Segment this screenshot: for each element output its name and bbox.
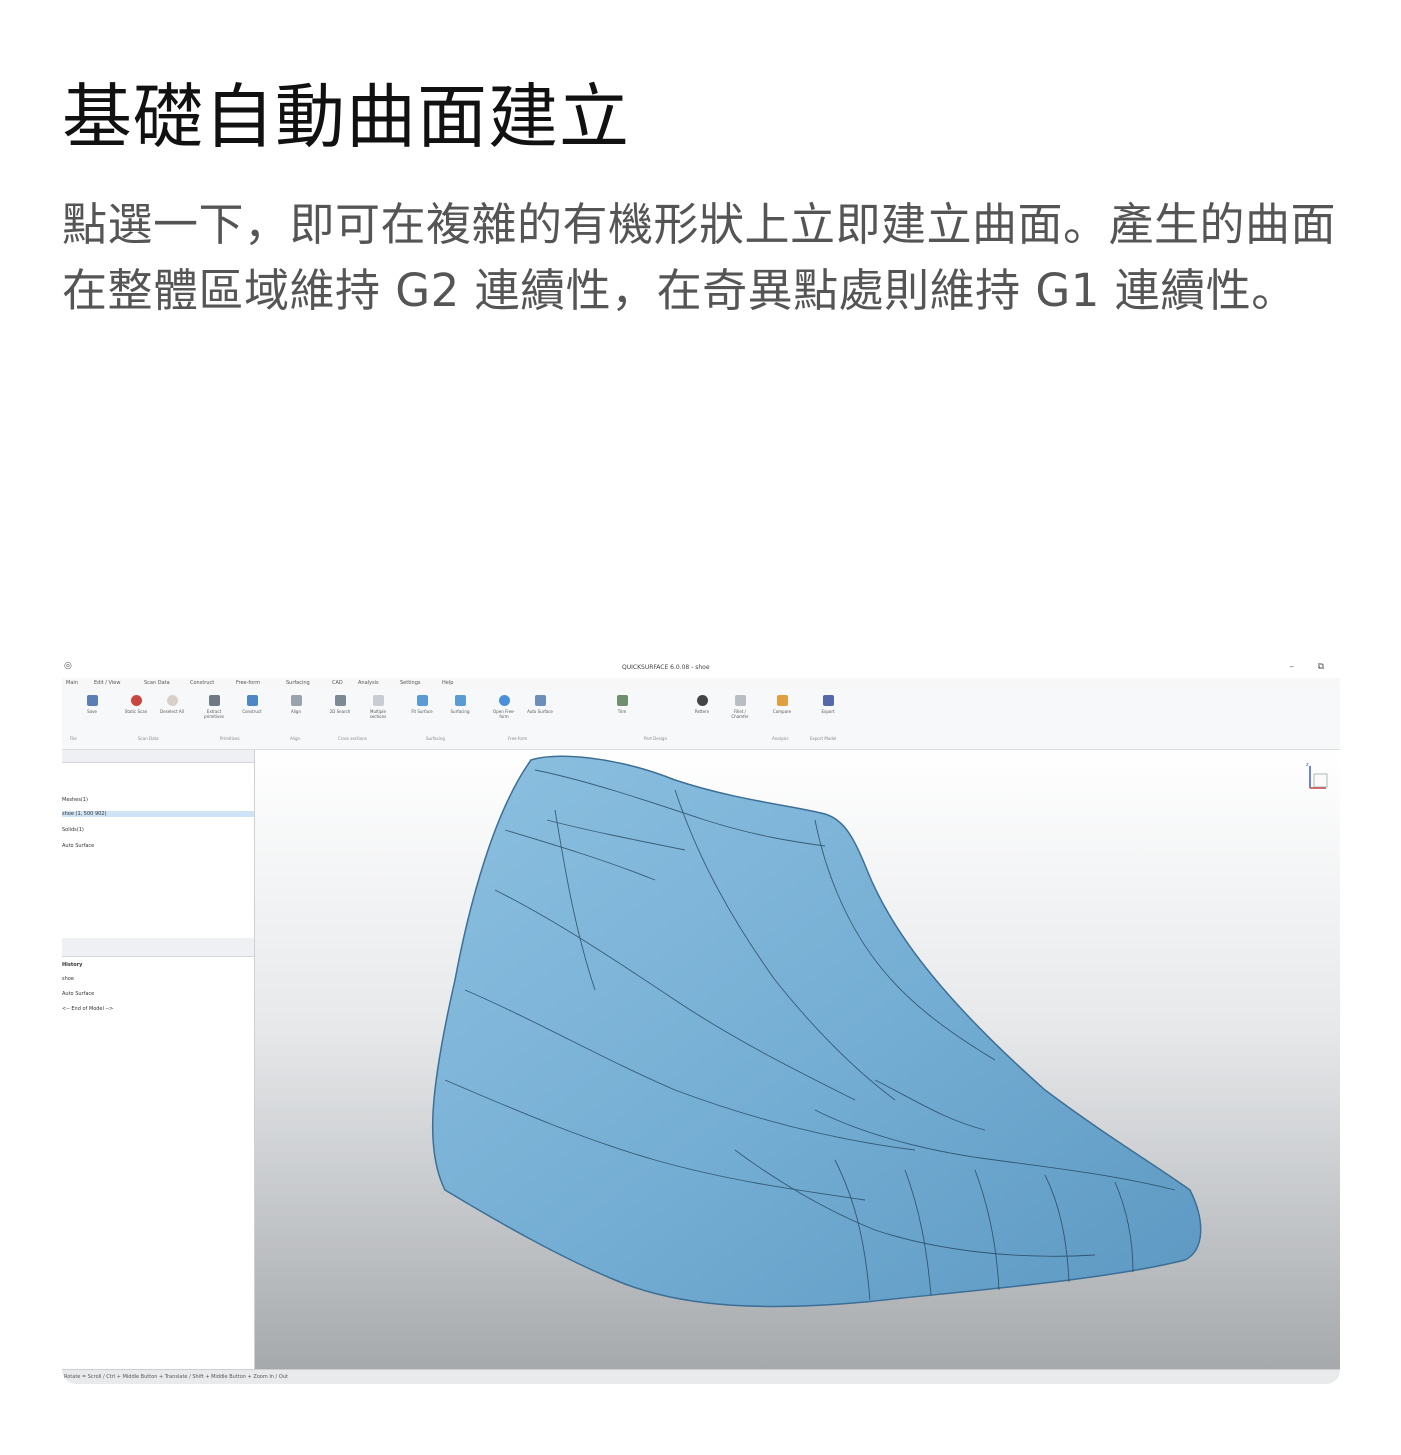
surfacing-icon xyxy=(454,695,466,706)
model-tree-panel: Meshes(1) shoe (1, 500 902) Solids(1) Au… xyxy=(62,750,255,1370)
tree-item-solids[interactable]: Solids(1) xyxy=(62,827,84,833)
extract-primitives-button[interactable]: Extract primitives xyxy=(200,695,228,719)
ribbon-toolbar: Save Static Scan Deselect All Extract pr… xyxy=(62,689,1340,750)
menu-bar: Main Edit / View Scan Data Construct Fre… xyxy=(62,678,1340,689)
menu-cad[interactable]: CAD xyxy=(332,680,343,686)
ribbon-group-scan-data: Scan Data xyxy=(138,736,159,741)
status-bar: Rotate = Scroll / Ctrl + Middle Button +… xyxy=(62,1369,1340,1384)
trim-button[interactable]: Trim xyxy=(608,695,636,714)
multiple-sections-button[interactable]: Multiple sections xyxy=(364,695,392,719)
ribbon-group-align: Align xyxy=(290,736,301,741)
history-item-end-of-model[interactable]: <-- End of Model --> xyxy=(62,1006,113,1012)
ribbon-group-file: File xyxy=(70,736,77,741)
search-2d-button[interactable]: 2D Search xyxy=(326,695,354,714)
menu-settings[interactable]: Settings xyxy=(400,680,421,686)
ribbon-group-surfacing: Surfacing xyxy=(426,736,445,741)
menu-analysis[interactable]: Analysis xyxy=(358,680,379,686)
ribbon-group-cross-sections: Cross sections xyxy=(338,736,367,741)
ribbon-group-free-form: Free-form xyxy=(508,736,528,741)
menu-scan-data[interactable]: Scan Data xyxy=(144,680,170,686)
tree-item-meshes[interactable]: Meshes(1) xyxy=(62,797,88,803)
tree-item-auto-surface[interactable]: Auto Surface xyxy=(62,843,94,849)
history-toolbar xyxy=(62,938,254,957)
menu-construct[interactable]: Construct xyxy=(190,680,214,686)
menu-free-form[interactable]: Free-form xyxy=(236,680,260,686)
pattern-icon xyxy=(696,695,708,706)
title-bar: ◎ QUICKSURFACE 6.0.08 - shoe – ⧉ xyxy=(62,660,1340,678)
minimize-icon[interactable]: – xyxy=(1290,662,1295,672)
save-icon xyxy=(86,695,98,706)
open-free-form-button[interactable]: Open Free-form xyxy=(490,695,518,719)
ribbon-group-part-design: Part Design xyxy=(644,736,667,741)
feature-description: 點選一下，即可在複雜的有機形狀上立即建立曲面。產生的曲面在整體區域維持 G2 連… xyxy=(62,198,1337,317)
auto-surface-icon xyxy=(534,695,546,706)
fillet-icon xyxy=(734,695,746,706)
fit-surface-button[interactable]: Fit Surface xyxy=(408,695,436,714)
pattern-button[interactable]: Pattern xyxy=(688,695,716,714)
primitives-icon xyxy=(208,695,220,706)
menu-surfacing[interactable]: Surfacing xyxy=(286,680,310,686)
history-item-shoe[interactable]: shoe xyxy=(62,976,74,982)
compare-icon xyxy=(776,695,788,706)
3d-viewport[interactable]: z xyxy=(255,750,1340,1370)
export-icon xyxy=(822,695,834,706)
save-button[interactable]: Save xyxy=(78,695,106,714)
menu-help[interactable]: Help xyxy=(442,680,453,686)
construct-button[interactable]: Construct xyxy=(238,695,266,714)
tree-item-shoe[interactable]: shoe (1, 500 902) xyxy=(62,811,254,817)
freeform-icon xyxy=(498,695,510,706)
deselect-all-button[interactable]: Deselect All xyxy=(158,695,186,714)
export-button[interactable]: Export xyxy=(814,695,842,714)
app-screenshot: ◎ QUICKSURFACE 6.0.08 - shoe – ⧉ Main Ed… xyxy=(62,660,1340,1384)
status-text: Rotate = Scroll / Ctrl + Middle Button +… xyxy=(64,1374,288,1380)
menu-edit-view[interactable]: Edit / View xyxy=(94,680,120,686)
window-title: QUICKSURFACE 6.0.08 - shoe xyxy=(622,664,710,671)
align-icon xyxy=(290,695,302,706)
static-scan-button[interactable]: Static Scan xyxy=(122,695,150,714)
surfacing-button[interactable]: Surfacing xyxy=(446,695,474,714)
page-title: 基礎自動曲面建立 xyxy=(62,76,630,158)
history-header: History xyxy=(62,962,83,968)
sections-icon xyxy=(372,695,384,706)
fillet-chamfer-button[interactable]: Fillet / Chamfer xyxy=(726,695,754,719)
search-2d-icon xyxy=(334,695,346,706)
auto-surface-button[interactable]: Auto Surface xyxy=(526,695,554,714)
compare-button[interactable]: Compare xyxy=(768,695,796,714)
ribbon-group-primitives: Primitives xyxy=(220,736,240,741)
ribbon-group-analysis: Analysis xyxy=(772,736,789,741)
view-cube-icon[interactable]: z xyxy=(1306,762,1330,792)
history-item-auto-surface[interactable]: Auto Surface xyxy=(62,991,94,997)
app-logo-icon: ◎ xyxy=(64,661,72,671)
trim-icon xyxy=(616,695,628,706)
scan-icon xyxy=(130,695,142,706)
construct-icon xyxy=(246,695,258,706)
fit-surface-icon xyxy=(416,695,428,706)
restore-icon[interactable]: ⧉ xyxy=(1318,662,1324,672)
shoe-last-model xyxy=(431,755,1202,1308)
align-button[interactable]: Align xyxy=(282,695,310,714)
deselect-icon xyxy=(166,695,178,706)
tree-header xyxy=(62,750,254,763)
ribbon-group-export-model: Export Model xyxy=(810,736,837,741)
menu-main[interactable]: Main xyxy=(66,680,78,686)
